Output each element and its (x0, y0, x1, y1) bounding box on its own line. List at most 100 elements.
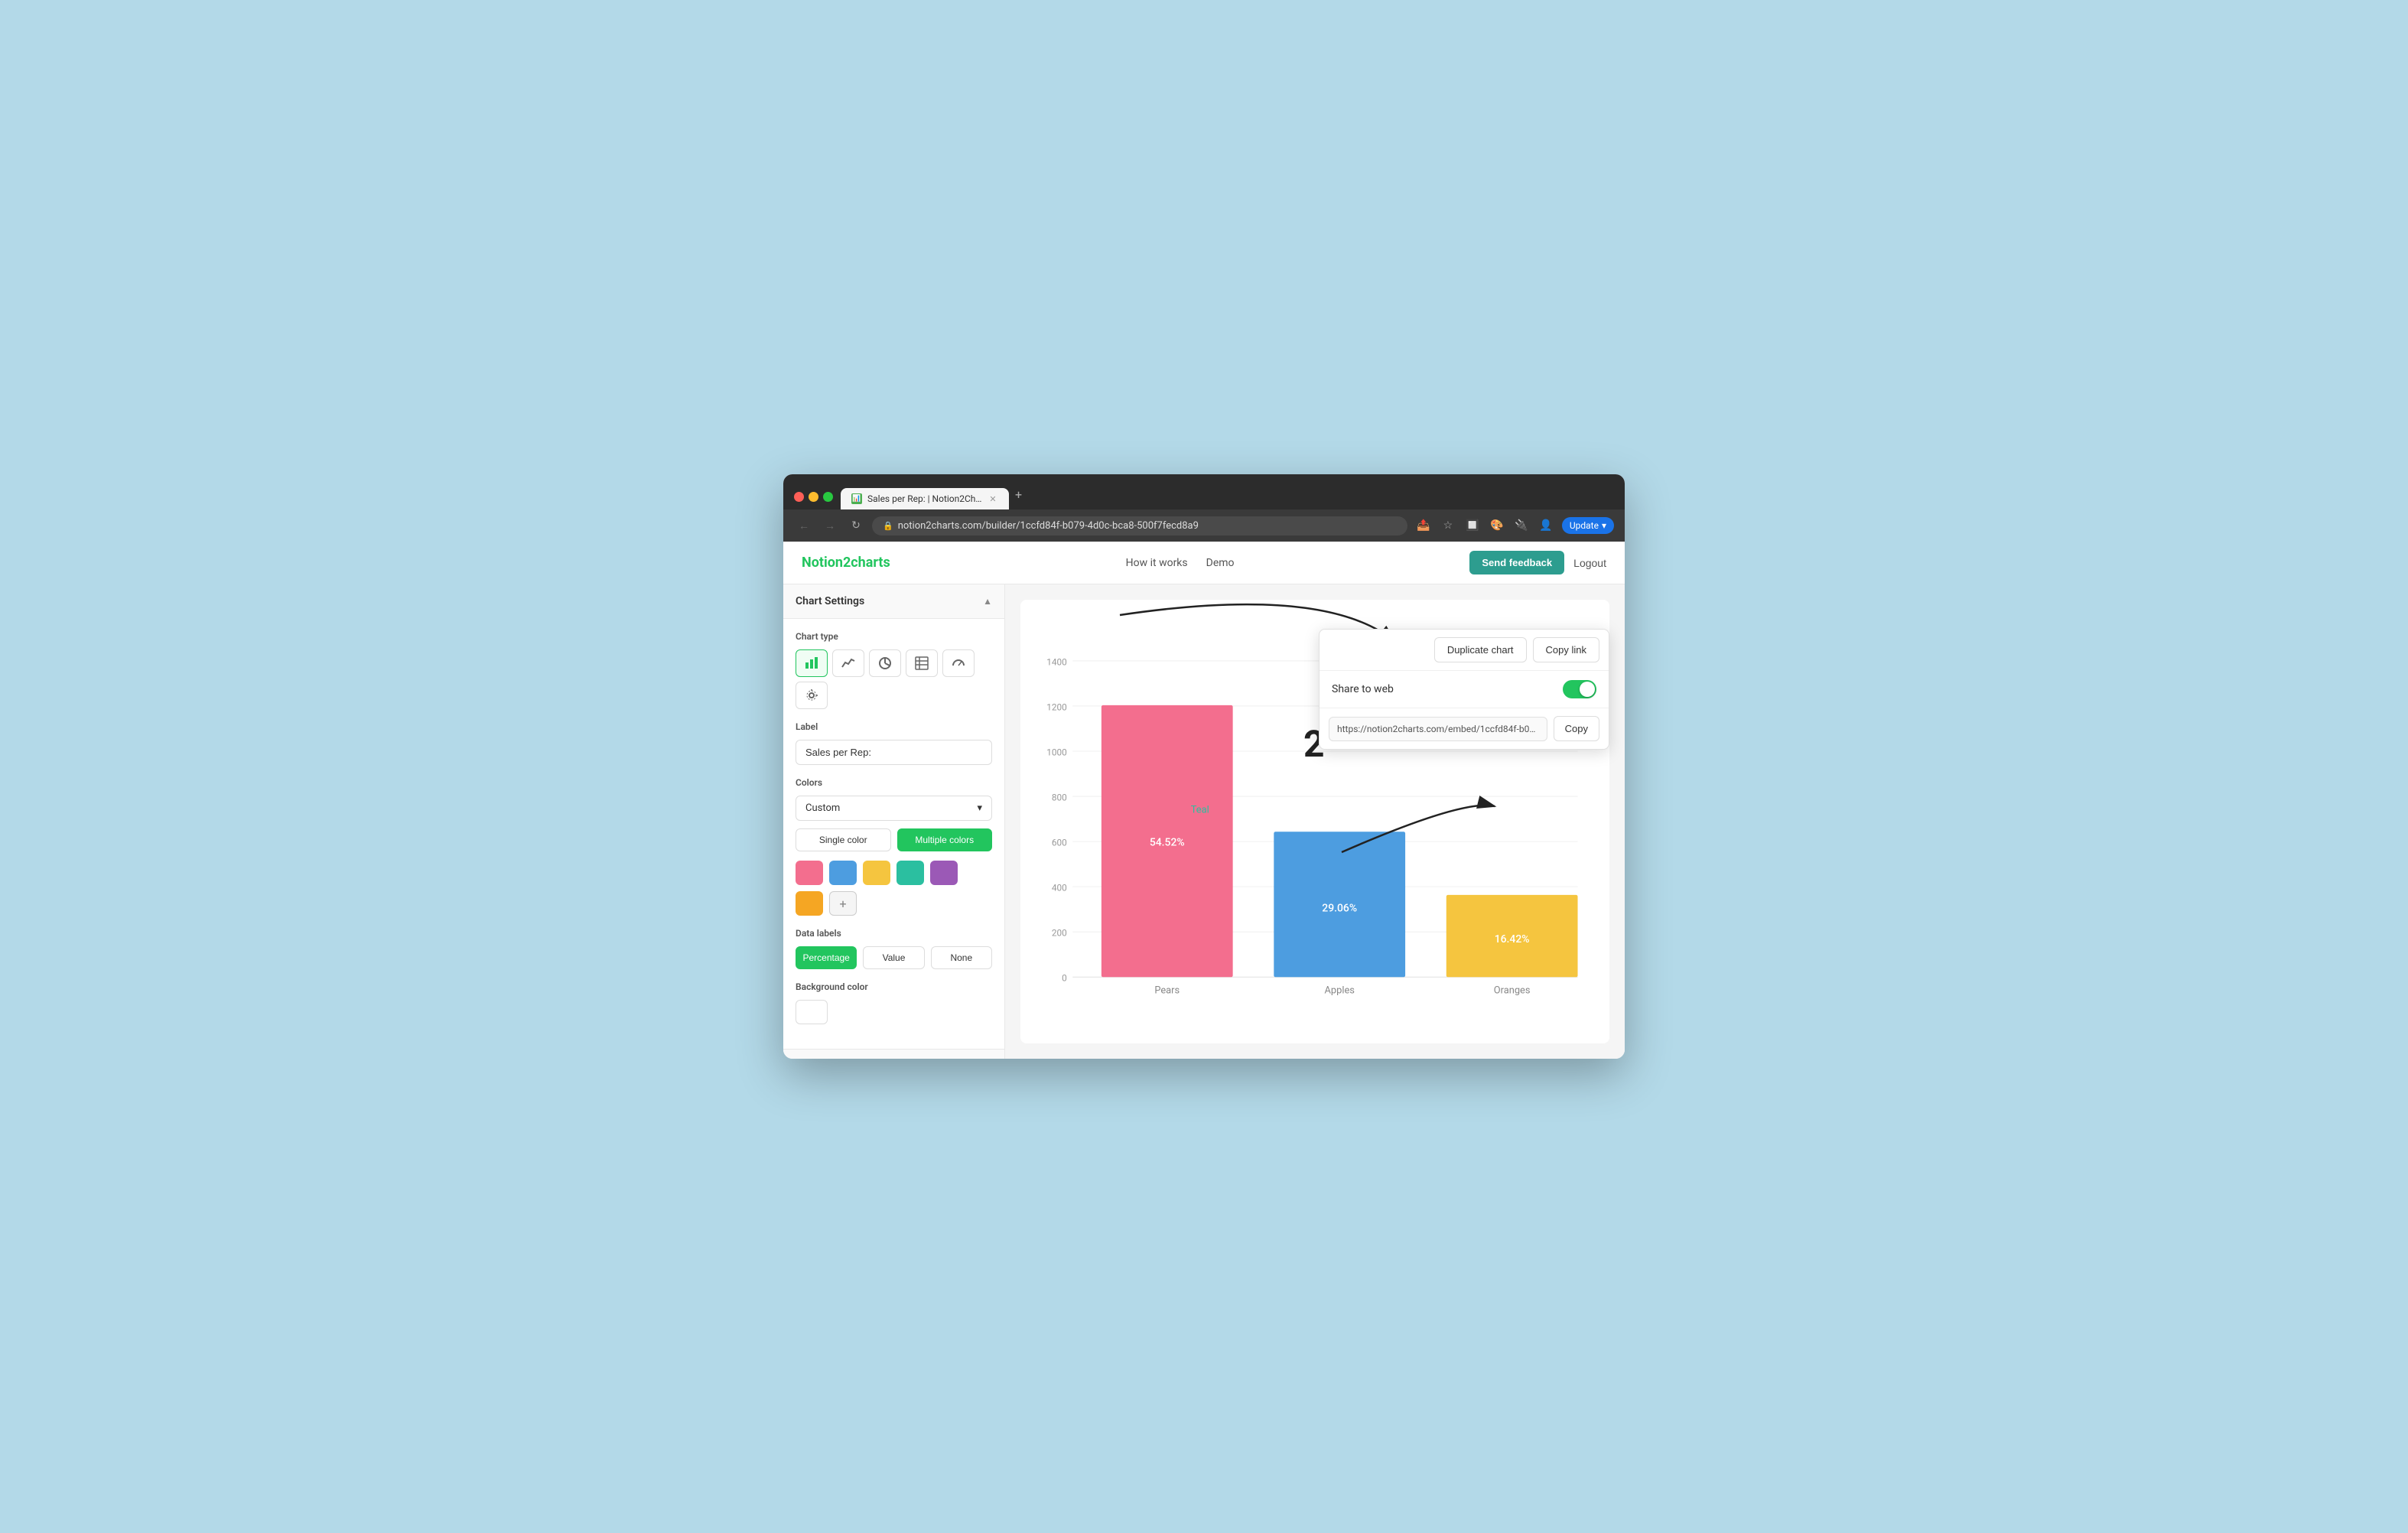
svg-text:54.52%: 54.52% (1150, 836, 1185, 848)
chart-type-table[interactable] (906, 649, 938, 677)
share-toggle[interactable] (1563, 680, 1596, 698)
chart-type-pie[interactable] (869, 649, 901, 677)
colors-label: Colors (796, 777, 992, 788)
value-btn[interactable]: Value (863, 946, 924, 969)
app-content: Notion2charts How it works Demo Send fee… (783, 542, 1625, 1059)
embed-url: https://notion2charts.com/embed/1ccfd84f… (1329, 717, 1547, 741)
share-to-web-label: Share to web (1332, 683, 1394, 695)
update-btn[interactable]: Update ▾ (1562, 517, 1614, 534)
browser-window: 📊 Sales per Rep: | Notion2Charts ✕ + ← →… (783, 474, 1625, 1059)
chart-type-line[interactable] (832, 649, 864, 677)
color-swatches (796, 861, 992, 885)
colors-dropdown-value: Custom (805, 802, 840, 814)
close-window-btn[interactable] (794, 492, 804, 502)
colors-dropdown-chevron: ▾ (977, 802, 982, 814)
chart-area: Duplicate chart Copy link Share to web h… (1005, 584, 1625, 1059)
tabs-row: 📊 Sales per Rep: | Notion2Charts ✕ + (841, 482, 1614, 509)
share-row: Share to web (1320, 671, 1609, 708)
svg-text:Oranges: Oranges (1494, 985, 1531, 997)
chart-settings-title: Chart Settings (796, 595, 864, 607)
chart-type-gauge[interactable] (942, 649, 975, 677)
colors-dropdown[interactable]: Custom ▾ (796, 796, 992, 821)
tab-favicon: 📊 (851, 493, 862, 504)
popup-actions-row: Duplicate chart Copy link (1320, 630, 1609, 671)
chart-settings-chevron: ▲ (983, 596, 992, 607)
color-swatch-pink[interactable] (796, 861, 823, 885)
url-text: notion2charts.com/builder/1ccfd84f-b079-… (898, 520, 1199, 532)
color-swatch-teal[interactable] (896, 861, 924, 885)
main-layout: Chart Settings ▲ Chart type (783, 584, 1625, 1059)
svg-text:1400: 1400 (1046, 656, 1067, 667)
svg-text:1200: 1200 (1046, 701, 1067, 712)
color-mode-btns: Single color Multiple colors (796, 828, 992, 851)
bg-color-swatch[interactable] (796, 1000, 828, 1024)
label-field-label: Label (796, 721, 992, 732)
line-chart-icon (841, 656, 855, 670)
add-color-btn[interactable]: + (829, 891, 857, 916)
header-right: Send feedback Logout (1469, 551, 1606, 574)
dropdown-popup: Duplicate chart Copy link Share to web h… (1319, 629, 1609, 750)
theme-icon[interactable]: 🎨 (1487, 516, 1507, 535)
svg-text:Pears: Pears (1154, 985, 1180, 997)
nav-links: How it works Demo (1126, 557, 1235, 569)
new-tab-btn[interactable]: + (1009, 482, 1028, 509)
svg-text:Teal: Teal (1191, 805, 1209, 816)
forward-btn[interactable]: → (820, 516, 840, 535)
back-btn[interactable]: ← (794, 516, 814, 535)
app-logo[interactable]: Notion2charts (802, 555, 890, 571)
reload-btn[interactable]: ↻ (846, 516, 866, 535)
gauge-icon (952, 656, 965, 670)
svg-text:Apples: Apples (1324, 985, 1355, 997)
chart-type-bar[interactable] (796, 649, 828, 677)
nav-demo[interactable]: Demo (1206, 557, 1235, 569)
color-swatch-yellow[interactable] (863, 861, 890, 885)
send-feedback-btn[interactable]: Send feedback (1469, 551, 1564, 574)
color-swatch-blue[interactable] (829, 861, 857, 885)
bg-color-section: Background color (796, 981, 992, 1024)
data-labels-label: Data labels (796, 928, 992, 939)
label-input[interactable] (796, 740, 992, 765)
chart-type-section: Chart type (796, 631, 992, 709)
app-header: Notion2charts How it works Demo Send fee… (783, 542, 1625, 584)
title-bar: 📊 Sales per Rep: | Notion2Charts ✕ + (783, 474, 1625, 509)
chart-settings-header[interactable]: Chart Settings ▲ (783, 584, 1004, 619)
bar-chart-icon (805, 656, 818, 670)
logout-btn[interactable]: Logout (1573, 557, 1606, 569)
color-swatch-orange[interactable] (796, 891, 823, 916)
bookmark-icon[interactable]: ☆ (1438, 516, 1458, 535)
copy-link-btn[interactable]: Copy link (1533, 637, 1599, 662)
maximize-window-btn[interactable] (823, 492, 833, 502)
svg-text:600: 600 (1052, 837, 1067, 848)
traffic-lights (794, 492, 833, 509)
data-labels-section: Data labels Percentage Value None (796, 928, 992, 969)
duplicate-chart-btn[interactable]: Duplicate chart (1434, 637, 1527, 662)
none-btn[interactable]: None (931, 946, 992, 969)
minimize-window-btn[interactable] (809, 492, 818, 502)
extension1-icon[interactable]: 🔌 (1512, 516, 1531, 535)
profile-icon[interactable]: 👤 (1536, 516, 1556, 535)
url-bar[interactable]: 🔒 notion2charts.com/builder/1ccfd84f-b07… (872, 516, 1407, 535)
svg-text:400: 400 (1052, 883, 1067, 893)
copy-url-btn[interactable]: Copy (1554, 716, 1599, 741)
svg-text:200: 200 (1052, 928, 1067, 939)
svg-text:29.06%: 29.06% (1322, 902, 1357, 914)
lock-icon: 🔒 (883, 521, 893, 531)
percentage-btn[interactable]: Percentage (796, 946, 857, 969)
svg-text:16.42%: 16.42% (1495, 933, 1530, 946)
svg-text:800: 800 (1052, 792, 1067, 802)
color-swatch-purple[interactable] (930, 861, 958, 885)
active-tab[interactable]: 📊 Sales per Rep: | Notion2Charts ✕ (841, 488, 1009, 509)
single-color-btn[interactable]: Single color (796, 828, 891, 851)
screenshot-icon[interactable]: 🔲 (1463, 516, 1482, 535)
chart-type-label: Chart type (796, 631, 992, 642)
share-icon[interactable]: 📤 (1414, 516, 1433, 535)
chart-type-radial[interactable] (796, 682, 828, 709)
multiple-colors-btn[interactable]: Multiple colors (897, 828, 993, 851)
colors-section: Colors Custom ▾ Single color Multiple co… (796, 777, 992, 916)
sidebar: Chart Settings ▲ Chart type (783, 584, 1005, 1059)
tab-close-btn[interactable]: ✕ (988, 493, 998, 504)
data-section-header[interactable]: Data ▲ (783, 1049, 1004, 1059)
svg-text:1000: 1000 (1046, 747, 1067, 757)
table-icon (915, 656, 929, 670)
nav-how-it-works[interactable]: How it works (1126, 557, 1188, 569)
